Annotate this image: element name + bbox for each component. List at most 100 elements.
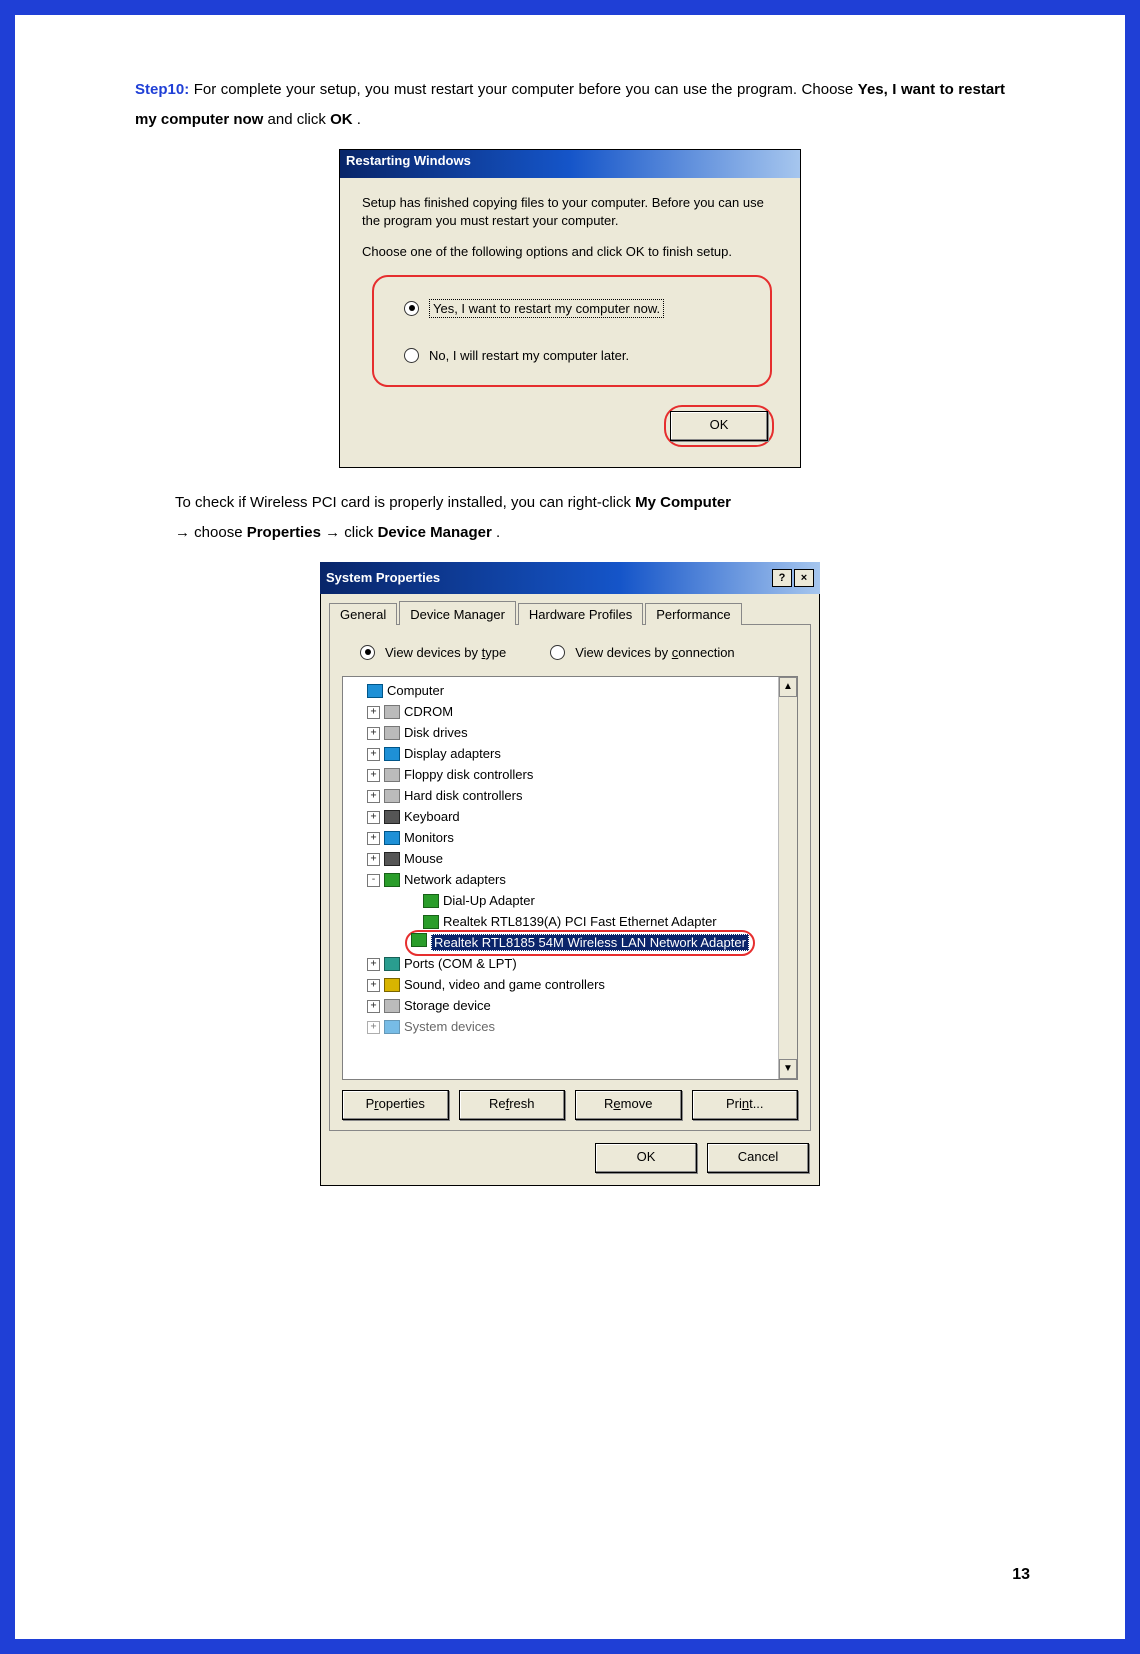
- arrow-2: → click: [325, 524, 378, 541]
- restart-option-yes[interactable]: Yes, I want to restart my computer now.: [404, 299, 750, 318]
- tree-storage-label: Storage device: [404, 997, 491, 1016]
- tree-ports-label: Ports (COM & LPT): [404, 955, 517, 974]
- tree-system-devices[interactable]: + System devices: [345, 1017, 776, 1038]
- radio-no-icon: [404, 348, 419, 363]
- device-tree: Computer + CDROM + Disk drives + Display ad…: [342, 676, 798, 1080]
- tree-dialup-adapter[interactable]: Dial-Up Adapter: [345, 891, 776, 912]
- tree-display-adapters[interactable]: + Display adapters: [345, 744, 776, 765]
- expand-icon[interactable]: +: [367, 979, 380, 992]
- tree-rtl8139-label: Realtek RTL8139(A) PCI Fast Ethernet Ada…: [443, 913, 717, 932]
- tree-floppy-controllers[interactable]: + Floppy disk controllers: [345, 765, 776, 786]
- ok-highlight-ring: OK: [664, 405, 774, 447]
- tab-device-manager[interactable]: Device Manager: [399, 601, 516, 625]
- tree-cdrom-label: CDROM: [404, 703, 453, 722]
- step10-paragraph: Step10: For complete your setup, you mus…: [135, 75, 1005, 135]
- sysprop-tabs: General Device Manager Hardware Profiles…: [329, 600, 811, 624]
- expand-icon[interactable]: +: [367, 790, 380, 803]
- check-paragraph: To check if Wireless PCI card is properl…: [175, 488, 1005, 548]
- print-button[interactable]: Print...: [692, 1090, 799, 1120]
- tree-cdrom[interactable]: + CDROM: [345, 702, 776, 723]
- scroll-down-icon[interactable]: ▼: [779, 1059, 797, 1079]
- step-text-a: For complete your setup, you must restar…: [194, 81, 858, 98]
- tree-hdd-label: Hard disk controllers: [404, 787, 523, 806]
- restart-dialog-title: Restarting Windows: [346, 153, 471, 168]
- sysprop-titlebar: System Properties ? ×: [320, 562, 820, 594]
- remove-button[interactable]: Remove: [575, 1090, 682, 1120]
- tree-scrollbar[interactable]: ▲ ▼: [778, 677, 797, 1079]
- tree-mouse-label: Mouse: [404, 850, 443, 869]
- restart-option-yes-label: Yes, I want to restart my computer now.: [429, 299, 664, 318]
- page-number: 13: [1012, 1566, 1030, 1584]
- tab-performance-label: Performance: [656, 607, 730, 622]
- tab-hardware-profiles[interactable]: Hardware Profiles: [518, 603, 643, 625]
- properties-button[interactable]: Properties: [342, 1090, 449, 1120]
- refresh-button[interactable]: Refresh: [459, 1090, 566, 1120]
- tab-performance[interactable]: Performance: [645, 603, 741, 625]
- check-properties: Properties: [247, 524, 321, 541]
- expand-icon[interactable]: +: [367, 811, 380, 824]
- tree-keyboard-label: Keyboard: [404, 808, 460, 827]
- expand-icon[interactable]: +: [367, 748, 380, 761]
- sysprop-title: System Properties: [326, 570, 440, 585]
- tree-ports[interactable]: + Ports (COM & LPT): [345, 954, 776, 975]
- step-bold-ok: OK: [330, 111, 353, 128]
- expand-icon[interactable]: +: [367, 958, 380, 971]
- tab-device-manager-label: Device Manager: [410, 607, 505, 622]
- system-properties-dialog: System Properties ? × General Device Man…: [320, 562, 820, 1186]
- tree-network-adapters[interactable]: - Network adapters: [345, 870, 776, 891]
- check-devmgr: Device Manager: [378, 524, 492, 541]
- check-mycomputer: My Computer: [635, 494, 731, 511]
- tree-mouse[interactable]: + Mouse: [345, 849, 776, 870]
- tree-rtl8185[interactable]: Realtek RTL8185 54M Wireless LAN Network…: [431, 934, 749, 951]
- expand-icon[interactable]: +: [367, 832, 380, 845]
- tab-general-label: General: [340, 607, 386, 622]
- restart-dialog: Restarting Windows Setup has finished co…: [339, 149, 801, 468]
- restart-ok-button[interactable]: OK: [670, 411, 768, 441]
- collapse-icon[interactable]: -: [367, 874, 380, 887]
- tree-floppy-label: Floppy disk controllers: [404, 766, 533, 785]
- expand-icon[interactable]: +: [367, 706, 380, 719]
- sysprop-ok-button[interactable]: OK: [595, 1143, 697, 1173]
- radio-by-connection-icon: [550, 645, 565, 660]
- tree-display-adapters-label: Display adapters: [404, 745, 501, 764]
- view-by-connection[interactable]: View devices by connection: [550, 645, 734, 660]
- view-by-type[interactable]: View devices by type: [360, 645, 506, 660]
- expand-icon[interactable]: +: [367, 727, 380, 740]
- expand-icon[interactable]: +: [367, 769, 380, 782]
- tree-network-adapters-label: Network adapters: [404, 871, 506, 890]
- tree-keyboard[interactable]: + Keyboard: [345, 807, 776, 828]
- view-by-connection-label: View devices by connection: [575, 645, 734, 660]
- radio-by-type-icon: [360, 645, 375, 660]
- tree-monitors[interactable]: + Monitors: [345, 828, 776, 849]
- scroll-up-icon[interactable]: ▲: [779, 677, 797, 697]
- tree-sound-video[interactable]: + Sound, video and game controllers: [345, 975, 776, 996]
- device-manager-panel: View devices by type View devices by con…: [329, 624, 811, 1131]
- expand-icon[interactable]: +: [367, 1000, 380, 1013]
- tree-monitors-label: Monitors: [404, 829, 454, 848]
- close-button[interactable]: ×: [794, 569, 814, 587]
- tree-disk-drives[interactable]: + Disk drives: [345, 723, 776, 744]
- step-text-c: .: [357, 111, 361, 128]
- tree-storage-device[interactable]: + Storage device: [345, 996, 776, 1017]
- help-button[interactable]: ?: [772, 569, 792, 587]
- tree-system-devices-label: System devices: [404, 1018, 495, 1037]
- tree-hard-disk-controllers[interactable]: + Hard disk controllers: [345, 786, 776, 807]
- expand-icon[interactable]: +: [367, 1021, 380, 1034]
- view-by-type-label: View devices by type: [385, 645, 506, 660]
- tree-rtl8185-highlight: Realtek RTL8185 54M Wireless LAN Network…: [345, 933, 776, 954]
- restart-hint-2: Choose one of the following options and …: [362, 243, 782, 261]
- step-text-b: and click: [268, 111, 331, 128]
- tree-disk-drives-label: Disk drives: [404, 724, 468, 743]
- check-end: .: [496, 524, 500, 541]
- arrow-1: → choose: [175, 524, 247, 541]
- sysprop-cancel-button[interactable]: Cancel: [707, 1143, 809, 1173]
- radio-yes-icon: [404, 301, 419, 316]
- tree-root[interactable]: Computer: [345, 681, 776, 702]
- step-label: Step10:: [135, 81, 189, 98]
- restart-option-no-label: No, I will restart my computer later.: [429, 348, 629, 363]
- restart-option-no[interactable]: No, I will restart my computer later.: [404, 348, 750, 363]
- expand-icon[interactable]: +: [367, 853, 380, 866]
- tab-general[interactable]: General: [329, 603, 397, 625]
- tree-dialup-label: Dial-Up Adapter: [443, 892, 535, 911]
- tree-sound-video-label: Sound, video and game controllers: [404, 976, 605, 995]
